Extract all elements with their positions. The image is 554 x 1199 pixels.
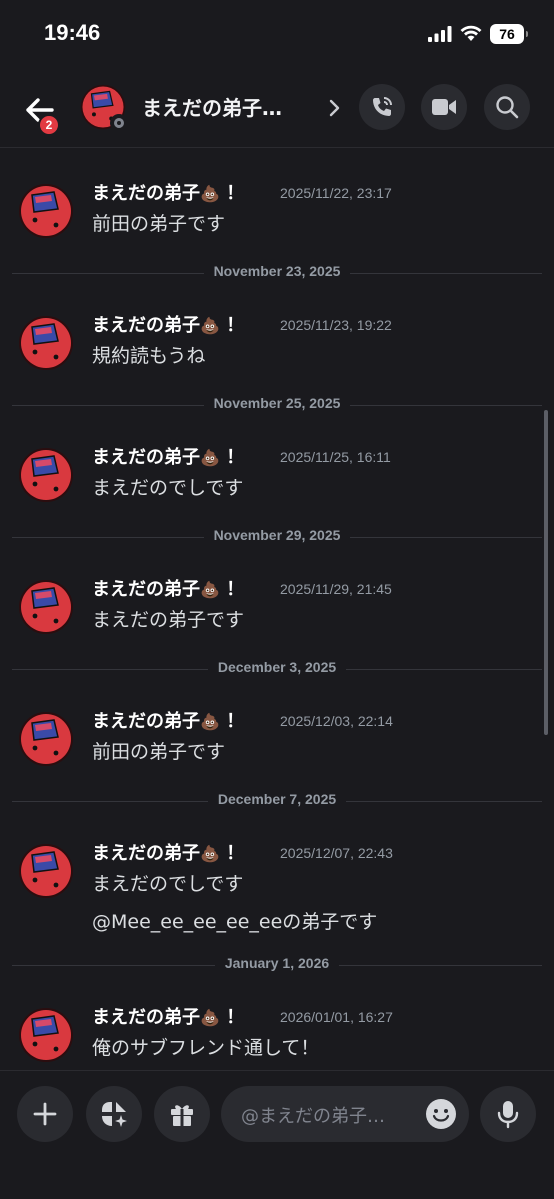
message-text: 前田の弟子です <box>92 741 226 763</box>
message-timestamp: 2025/11/22, 23:17 <box>280 185 392 201</box>
avatar[interactable] <box>18 579 74 635</box>
microphone-icon <box>497 1101 519 1129</box>
author-name[interactable]: まえだの弟子💩 ！ <box>92 575 244 601</box>
author-name[interactable]: まえだの弟子💩 ！ <box>92 443 244 469</box>
message-text: 前田の弟子です <box>92 213 226 235</box>
message-input-placeholder: @まえだの弟子… <box>241 1106 385 1127</box>
phone-icon <box>373 97 392 116</box>
message-item[interactable]: まえだの弟子💩 ！ 2025/11/23, 19:22 規約読もうね <box>0 307 554 387</box>
author-suffix: ！ <box>226 1007 245 1028</box>
status-bar: 19:46 76 <box>0 0 554 70</box>
message-timestamp: 2025/12/07, 22:43 <box>280 845 393 861</box>
author-suffix: ！ <box>226 447 245 468</box>
message-composer: @まえだの弟子… <box>0 1070 554 1199</box>
poop-emoji: 💩 <box>200 448 220 467</box>
date-divider-label: January 1, 2026 <box>214 955 340 971</box>
poop-emoji: 💩 <box>200 1008 220 1027</box>
video-camera-icon <box>432 99 456 115</box>
author-name-text: まえだの弟子 <box>92 183 200 204</box>
message-item[interactable]: まえだの弟子💩 ！ 2025/12/07, 22:43 まえだのでしです @Me… <box>0 835 554 945</box>
message-text: まえだの弟子です <box>92 609 245 631</box>
message-input[interactable]: @まえだの弟子… <box>221 1086 469 1142</box>
wifi-icon <box>460 25 482 41</box>
author-name-text: まえだの弟子 <box>92 447 200 468</box>
unread-badge: 2 <box>38 114 60 136</box>
author-name-text: まえだの弟子 <box>92 579 200 600</box>
plus-icon <box>33 1102 57 1126</box>
author-name[interactable]: まえだの弟子💩 ！ <box>92 179 244 205</box>
message-text: 規約読もうね <box>92 345 206 367</box>
message-timestamp: 2025/11/25, 16:11 <box>280 449 391 465</box>
author-suffix: ！ <box>226 315 245 336</box>
presence-status-icon <box>110 114 128 132</box>
voice-call-button[interactable] <box>359 84 405 130</box>
message-item[interactable]: まえだの弟子💩 ！ 2025/12/03, 22:14 前田の弟子です <box>0 703 554 783</box>
author-name[interactable]: まえだの弟子💩 ！ <box>92 707 244 733</box>
date-divider-label: November 29, 2025 <box>203 527 351 543</box>
message-timestamp: 2025/11/23, 19:22 <box>280 317 392 333</box>
date-divider: November 29, 2025 <box>12 527 542 547</box>
avatar[interactable] <box>18 1007 74 1063</box>
poop-emoji: 💩 <box>200 844 220 863</box>
avatar[interactable] <box>18 183 74 239</box>
message-timestamp: 2025/12/03, 22:14 <box>280 713 393 729</box>
date-divider: November 23, 2025 <box>12 263 542 283</box>
message-timestamp: 2025/11/29, 21:45 <box>280 581 392 597</box>
message-text: まえだのでしです <box>92 477 244 499</box>
avatar[interactable] <box>18 447 74 503</box>
video-call-button[interactable] <box>421 84 467 130</box>
apps-icon <box>102 1102 127 1127</box>
author-name[interactable]: まえだの弟子💩 ！ <box>92 839 244 865</box>
poop-emoji: 💩 <box>200 184 220 203</box>
date-divider: January 1, 2026 <box>12 955 542 975</box>
poop-emoji: 💩 <box>200 580 220 599</box>
poop-emoji: 💩 <box>200 712 220 731</box>
date-divider: November 25, 2025 <box>12 395 542 415</box>
message-item[interactable]: まえだの弟子💩 ！ 2025/11/29, 21:45 まえだの弟子です <box>0 571 554 651</box>
cellular-signal-icon <box>428 26 452 42</box>
author-name-text: まえだの弟子 <box>92 843 200 864</box>
microphone-button[interactable] <box>480 1086 536 1142</box>
scrollbar[interactable] <box>544 410 548 735</box>
avatar[interactable] <box>18 711 74 767</box>
attach-button[interactable] <box>17 1086 73 1142</box>
gift-button[interactable] <box>154 1086 210 1142</box>
message-text: まえだのでしです <box>92 873 244 895</box>
author-suffix: ！ <box>226 711 245 732</box>
poop-emoji: 💩 <box>200 316 220 335</box>
message-text: @Mee_ee_ee_ee_eeの弟子です <box>92 911 378 933</box>
avatar[interactable] <box>18 315 74 371</box>
date-divider-label: November 25, 2025 <box>203 395 351 411</box>
author-name[interactable]: まえだの弟子💩 ！ <box>92 311 244 337</box>
avatar[interactable] <box>18 843 74 899</box>
emoji-icon[interactable] <box>425 1098 457 1130</box>
author-name[interactable]: まえだの弟子💩 ！ <box>92 1003 244 1029</box>
author-suffix: ！ <box>226 579 245 600</box>
author-name-text: まえだの弟子 <box>92 315 200 336</box>
message-item[interactable]: まえだの弟子💩 ！ 2026/01/01, 16:27 俺のサブフレンド通して！ <box>0 999 554 1070</box>
message-item[interactable]: まえだの弟子💩 ！ 2025/11/25, 16:11 まえだのでしです <box>0 439 554 519</box>
chevron-right-icon[interactable] <box>328 98 342 118</box>
date-divider: December 3, 2025 <box>12 659 542 679</box>
message-text: 俺のサブフレンド通して！ <box>92 1037 320 1059</box>
date-divider-label: December 7, 2025 <box>207 791 347 807</box>
message-item[interactable]: まえだの弟子💩 ！ 2025/11/22, 23:17 前田の弟子です <box>0 175 554 255</box>
date-divider: December 7, 2025 <box>12 791 542 811</box>
message-timestamp: 2026/01/01, 16:27 <box>280 1009 393 1025</box>
status-time: 19:46 <box>44 20 101 45</box>
search-icon <box>496 96 519 119</box>
gift-icon <box>171 1105 193 1126</box>
author-suffix: ！ <box>226 183 245 204</box>
date-divider-label: November 23, 2025 <box>203 263 351 279</box>
date-divider-label: December 3, 2025 <box>207 659 347 675</box>
search-button[interactable] <box>484 84 530 130</box>
author-name-text: まえだの弟子 <box>92 1007 200 1028</box>
author-name-text: まえだの弟子 <box>92 711 200 732</box>
channel-header: 2 まえだの弟子… <box>0 70 554 148</box>
message-list[interactable]: まえだの弟子💩 ！ 2025/11/22, 23:17 前田の弟子です Nove… <box>0 148 554 1070</box>
apps-button[interactable] <box>86 1086 142 1142</box>
battery-icon: 76 <box>490 24 528 44</box>
author-suffix: ！ <box>226 843 245 864</box>
channel-title[interactable]: まえだの弟子… <box>142 92 322 121</box>
